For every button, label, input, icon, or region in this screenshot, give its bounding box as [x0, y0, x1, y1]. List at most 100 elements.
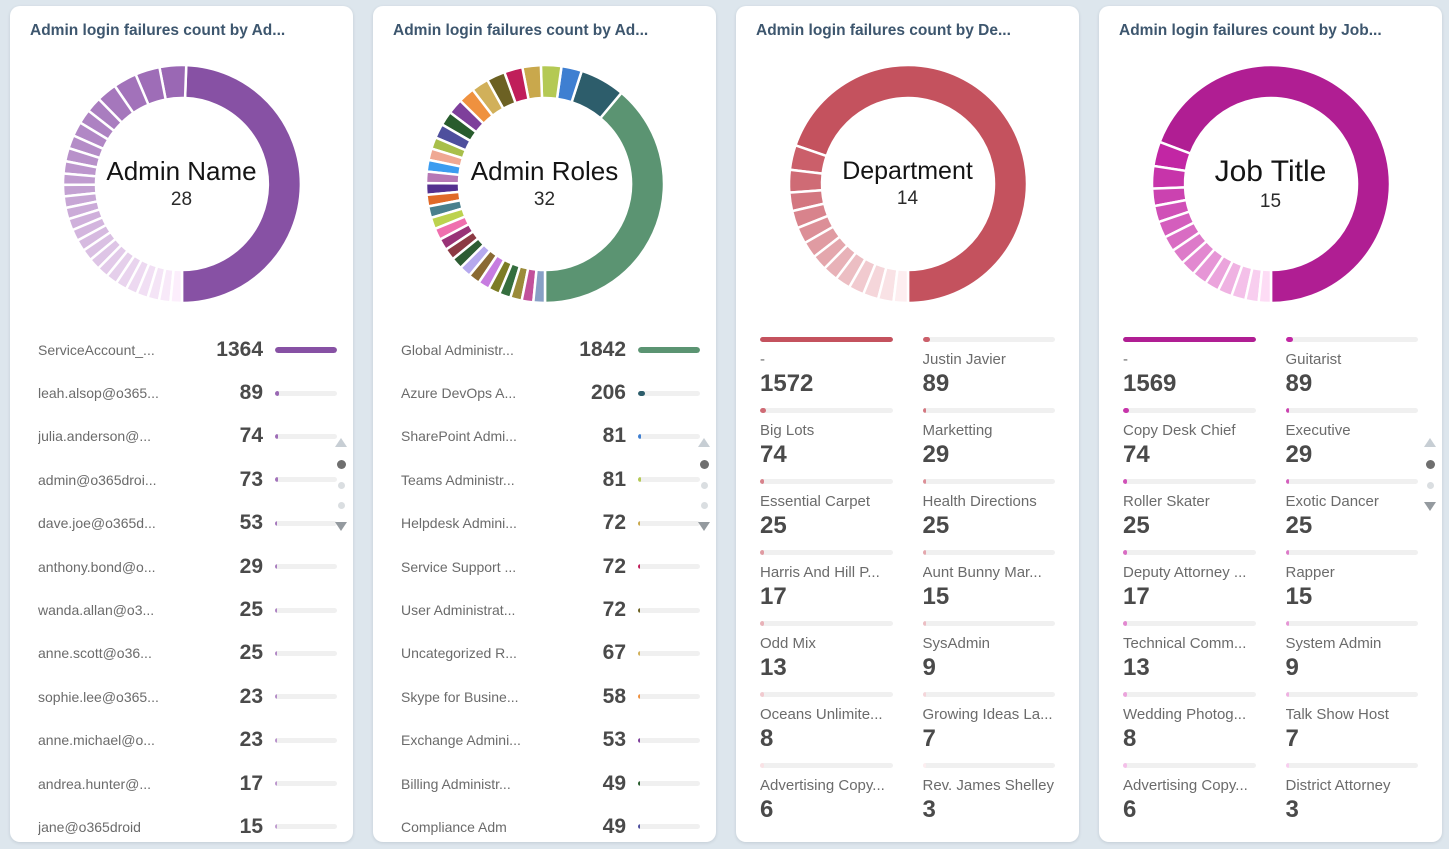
item-label: Marketting — [923, 422, 1056, 439]
grid-item[interactable]: Odd Mix13 — [760, 621, 893, 682]
item-value: 72 — [568, 598, 626, 622]
grid-item[interactable]: Health Directions25 — [923, 479, 1056, 540]
scroll-down-arrow-icon[interactable] — [698, 522, 710, 531]
list-item[interactable]: anthony.bond@o...29 — [10, 545, 353, 588]
grid-item[interactable]: Harris And Hill P...17 — [760, 550, 893, 611]
grid-item[interactable]: Guitarist89 — [1286, 337, 1419, 398]
item-value: 23 — [205, 728, 263, 752]
grid-item[interactable]: Advertising Copy...6 — [760, 763, 893, 824]
list-item[interactable]: SharePoint Admi...81 — [373, 415, 716, 458]
donut-slice[interactable] — [545, 93, 664, 303]
list-item[interactable]: Azure DevOps A...206 — [373, 371, 716, 414]
item-value: 8 — [760, 725, 893, 753]
item-bar — [1286, 408, 1419, 413]
grid-item[interactable]: Growing Ideas La...7 — [923, 692, 1056, 753]
item-value: 23 — [205, 685, 263, 709]
donut-slice[interactable] — [170, 270, 182, 303]
scroll-up-arrow-icon[interactable] — [1424, 438, 1436, 447]
donut-slice[interactable] — [893, 269, 908, 303]
grid-item[interactable]: Copy Desk Chief74 — [1123, 408, 1256, 469]
list-item[interactable]: Compliance Adm49 — [373, 805, 716, 842]
list-item[interactable]: wanda.allan@o3...25 — [10, 588, 353, 631]
list-item[interactable]: anne.scott@o36...25 — [10, 632, 353, 675]
item-label: anne.scott@o36... — [38, 645, 197, 661]
item-bar-fill — [275, 738, 277, 743]
item-label: Service Support ... — [401, 559, 560, 575]
scroll-control — [698, 438, 710, 531]
item-bar-fill — [760, 621, 764, 626]
list-item[interactable]: Service Support ...72 — [373, 545, 716, 588]
grid-item[interactable]: Wedding Photog...8 — [1123, 692, 1256, 753]
grid-item[interactable]: Talk Show Host7 — [1286, 692, 1419, 753]
donut-slice[interactable] — [788, 170, 822, 193]
grid-item[interactable]: Rev. James Shelley3 — [923, 763, 1056, 824]
page-dot[interactable] — [338, 502, 345, 509]
grid-item[interactable]: Essential Carpet25 — [760, 479, 893, 540]
item-bar — [275, 651, 337, 656]
item-value: 1364 — [205, 338, 263, 362]
grid-item[interactable]: Roller Skater25 — [1123, 479, 1256, 540]
list-item[interactable]: julia.anderson@...74 — [10, 415, 353, 458]
donut-slice[interactable] — [62, 173, 95, 184]
item-bar — [760, 550, 893, 555]
grid-item[interactable]: System Admin9 — [1286, 621, 1419, 682]
item-value: 29 — [1286, 441, 1419, 469]
list-item[interactable]: Teams Administr...81 — [373, 458, 716, 501]
page-dot-active[interactable] — [1426, 460, 1435, 469]
item-value: 206 — [568, 381, 626, 405]
page-dot[interactable] — [701, 502, 708, 509]
donut-slice[interactable] — [1151, 166, 1185, 189]
grid-item[interactable]: Advertising Copy...6 — [1123, 763, 1256, 824]
grid-item[interactable]: SysAdmin9 — [923, 621, 1056, 682]
grid-item[interactable]: Big Lots74 — [760, 408, 893, 469]
list-item[interactable]: Uncategorized R...67 — [373, 632, 716, 675]
donut-slice[interactable] — [1258, 270, 1270, 303]
item-bar — [638, 347, 700, 353]
page-dot[interactable] — [1427, 482, 1434, 489]
grid-item[interactable]: Rapper15 — [1286, 550, 1419, 611]
list-item[interactable]: Billing Administr...49 — [373, 762, 716, 805]
grid-item[interactable]: Executive29 — [1286, 408, 1419, 469]
page-dot-active[interactable] — [700, 460, 709, 469]
list-item[interactable]: anne.michael@o...23 — [10, 719, 353, 762]
scroll-control — [1424, 438, 1436, 511]
list-item[interactable]: sophie.lee@o365...23 — [10, 675, 353, 718]
grid-item[interactable]: Deputy Attorney ...17 — [1123, 550, 1256, 611]
list-item[interactable]: jane@o365droid15 — [10, 805, 353, 842]
grid-item[interactable]: Marketting29 — [923, 408, 1056, 469]
scroll-up-arrow-icon[interactable] — [335, 438, 347, 447]
list-item[interactable]: leah.alsop@o365...89 — [10, 371, 353, 414]
card-title: Admin login failures count by Job... — [1119, 22, 1422, 40]
donut-slice[interactable] — [182, 65, 301, 303]
page-dot-active[interactable] — [337, 460, 346, 469]
list-item[interactable]: Global Administr...1842 — [373, 328, 716, 371]
list-item[interactable]: Skype for Busine...58 — [373, 675, 716, 718]
list-item[interactable]: admin@o365droi...73 — [10, 458, 353, 501]
donut-slice[interactable] — [426, 171, 459, 183]
grid-item[interactable]: Justin Javier89 — [923, 337, 1056, 398]
grid-item[interactable]: -1569 — [1123, 337, 1256, 398]
grid-item[interactable]: Aunt Bunny Mar...15 — [923, 550, 1056, 611]
grid-item[interactable]: Technical Comm...13 — [1123, 621, 1256, 682]
grid-item[interactable]: -1572 — [760, 337, 893, 398]
list-item[interactable]: dave.joe@o365d...53 — [10, 502, 353, 545]
list-item[interactable]: ServiceAccount_...1364 — [10, 328, 353, 371]
list-item[interactable]: User Administrat...72 — [373, 588, 716, 631]
donut-slice[interactable] — [533, 270, 545, 303]
page-dot[interactable] — [701, 482, 708, 489]
item-label: Compliance Adm — [401, 819, 560, 835]
list-item[interactable]: andrea.hunter@...17 — [10, 762, 353, 805]
scroll-up-arrow-icon[interactable] — [698, 438, 710, 447]
scroll-down-arrow-icon[interactable] — [1424, 502, 1436, 511]
list-item[interactable]: Helpdesk Admini...72 — [373, 502, 716, 545]
grid-item[interactable]: District Attorney3 — [1286, 763, 1419, 824]
scroll-down-arrow-icon[interactable] — [335, 522, 347, 531]
donut-slice[interactable] — [540, 65, 561, 99]
grid-item[interactable]: Exotic Dancer25 — [1286, 479, 1419, 540]
grid-item[interactable]: Oceans Unlimite...8 — [760, 692, 893, 753]
item-bar-fill — [275, 477, 278, 482]
item-bar — [638, 391, 700, 396]
item-label: Helpdesk Admini... — [401, 515, 560, 531]
list-item[interactable]: Exchange Admini...53 — [373, 719, 716, 762]
page-dot[interactable] — [338, 482, 345, 489]
